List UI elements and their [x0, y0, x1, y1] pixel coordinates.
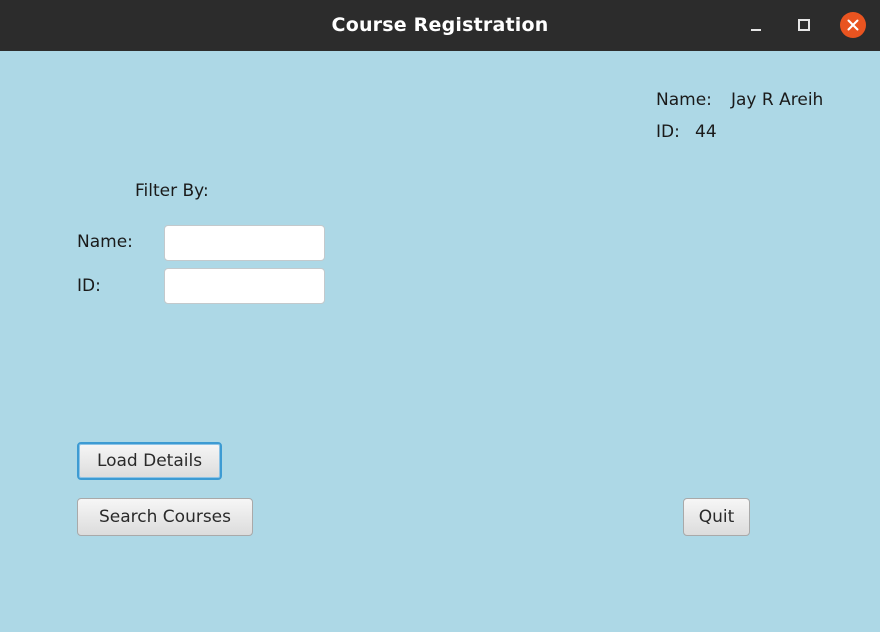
user-id-label: ID:: [656, 122, 680, 142]
filter-name-input[interactable]: [164, 225, 325, 261]
filter-heading: Filter By:: [135, 181, 209, 201]
quit-button[interactable]: Quit: [683, 498, 750, 536]
filter-name-label: Name:: [77, 232, 133, 252]
search-courses-button[interactable]: Search Courses: [77, 498, 253, 536]
title-bar[interactable]: Course Registration: [0, 0, 880, 51]
filter-id-input[interactable]: [164, 268, 325, 304]
user-name-label: Name:: [656, 90, 712, 110]
filter-id-label: ID:: [77, 276, 101, 296]
maximize-icon[interactable]: [791, 12, 817, 38]
close-icon[interactable]: [840, 12, 866, 38]
load-details-button[interactable]: Load Details: [77, 442, 222, 480]
user-name-value: Jay R Areih: [731, 90, 824, 110]
app-window: Course Registration Name: Jay R Areih ID…: [0, 0, 880, 632]
minimize-icon[interactable]: [744, 12, 770, 38]
user-id-value: 44: [695, 122, 717, 142]
